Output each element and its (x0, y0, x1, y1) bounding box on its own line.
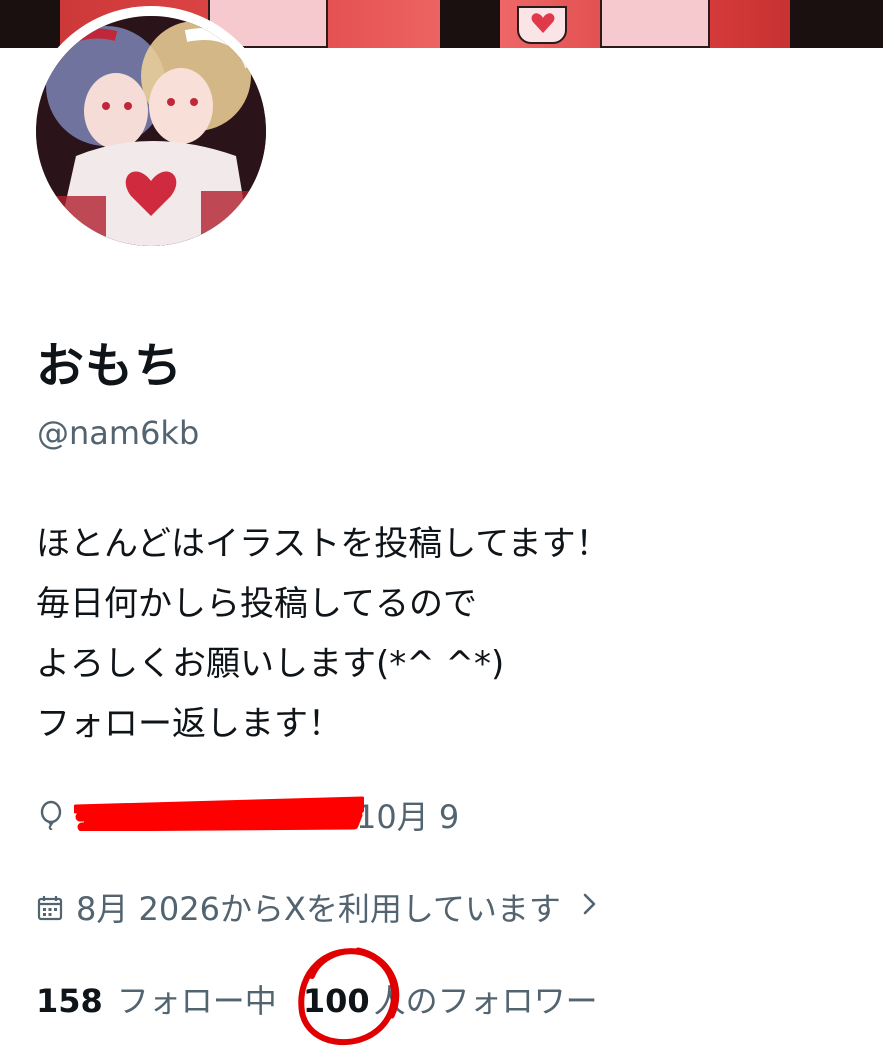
chevron-right-icon (581, 888, 599, 926)
avatar[interactable] (36, 16, 266, 246)
bio-line: 毎日何かしら投稿してるので (36, 584, 477, 624)
following-label: フォロー中 (116, 982, 277, 1020)
redaction-scribble (74, 796, 364, 831)
banner-heart-decoration (517, 6, 567, 44)
birthday-text: 10月 9 (356, 798, 460, 836)
joined-date-row[interactable]: 8月 2026からXを利用しています (36, 884, 599, 930)
calendar-icon (36, 892, 66, 922)
bio-line: ほとんどはイラストを投稿してます！ (36, 524, 610, 564)
following-link[interactable]: 158 フォロー中 (36, 976, 277, 1022)
joined-text: 8月 2026からXを利用しています (76, 890, 561, 928)
red-circle-annotation (298, 947, 400, 1045)
profile-bio: ほとんどはイラストを投稿してます！ 毎日何かしら投稿してるので よろしくお願いし… (36, 514, 610, 754)
bio-line: よろしくお願いします(*^ ^*) (36, 644, 505, 684)
user-handle: @nam6kb (37, 414, 200, 452)
avatar-border (26, 6, 276, 256)
following-count: 158 (36, 982, 103, 1020)
profile-page: おもち @nam6kb ほとんどはイラストを投稿してます！ 毎日何かしら投稿して… (0, 0, 883, 1054)
bio-line: フォロー返します！ (36, 704, 342, 744)
display-name: おもち (36, 338, 184, 394)
balloon-icon (36, 800, 66, 831)
